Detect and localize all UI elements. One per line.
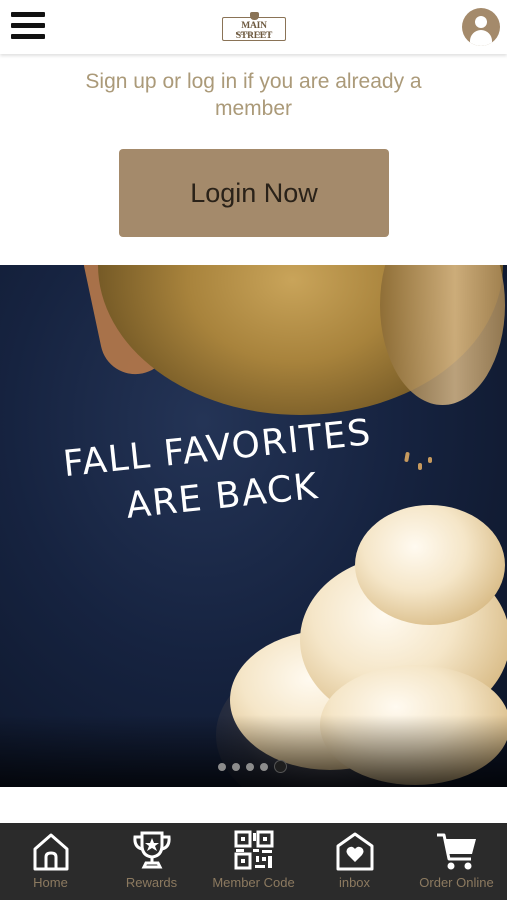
nav-label-inbox: inbox bbox=[338, 875, 371, 890]
bottom-navigation: Home Rewards Member Code inbox Order Onl… bbox=[0, 823, 507, 900]
inbox-heart-icon bbox=[336, 832, 374, 871]
nav-label-home: Home bbox=[33, 875, 68, 890]
signup-prompt: Sign up or log in if you are already a m… bbox=[85, 70, 422, 120]
carousel-dot[interactable] bbox=[232, 763, 240, 771]
nav-home[interactable]: Home bbox=[0, 823, 101, 900]
whipped-cream-image bbox=[355, 505, 505, 625]
nav-rewards[interactable]: Rewards bbox=[101, 823, 202, 900]
carousel-dot[interactable] bbox=[218, 763, 226, 771]
nav-order-online[interactable]: Order Online bbox=[406, 823, 507, 900]
nav-label-member-code: Member Code bbox=[212, 875, 295, 890]
logo-sub-text: ROASTERS bbox=[235, 31, 273, 36]
spice-particle bbox=[428, 457, 432, 463]
trophy-icon bbox=[133, 831, 171, 869]
home-icon bbox=[33, 833, 69, 871]
brand-logo[interactable]: MAIN STREET ROASTERS bbox=[222, 12, 286, 42]
top-bar: MAIN STREET ROASTERS bbox=[0, 0, 507, 54]
spice-particle bbox=[418, 463, 422, 470]
spice-particle bbox=[404, 451, 410, 463]
nav-label-rewards: Rewards bbox=[125, 875, 178, 890]
carousel-dot-active[interactable] bbox=[274, 760, 287, 773]
banner-shade bbox=[0, 715, 507, 787]
carousel-dot[interactable] bbox=[260, 763, 268, 771]
nav-inbox[interactable]: inbox bbox=[304, 823, 405, 900]
carousel-dot[interactable] bbox=[246, 763, 254, 771]
hamburger-menu-icon[interactable] bbox=[10, 10, 46, 42]
login-button[interactable]: Login Now bbox=[119, 149, 389, 237]
qr-code-icon bbox=[234, 830, 274, 870]
promo-banner[interactable]: FALL FAVORITES ARE BACK bbox=[0, 265, 507, 787]
nav-label-order-online: Order Online bbox=[419, 875, 494, 890]
banner-headline: FALL FAVORITES ARE BACK bbox=[56, 409, 384, 538]
nav-member-code[interactable]: Member Code bbox=[203, 823, 304, 900]
app-screen: MAIN STREET ROASTERS Sign up or log in i… bbox=[0, 0, 507, 900]
carousel-dots bbox=[218, 760, 298, 774]
user-avatar-icon[interactable] bbox=[462, 8, 500, 46]
shopping-cart-icon bbox=[437, 833, 476, 870]
